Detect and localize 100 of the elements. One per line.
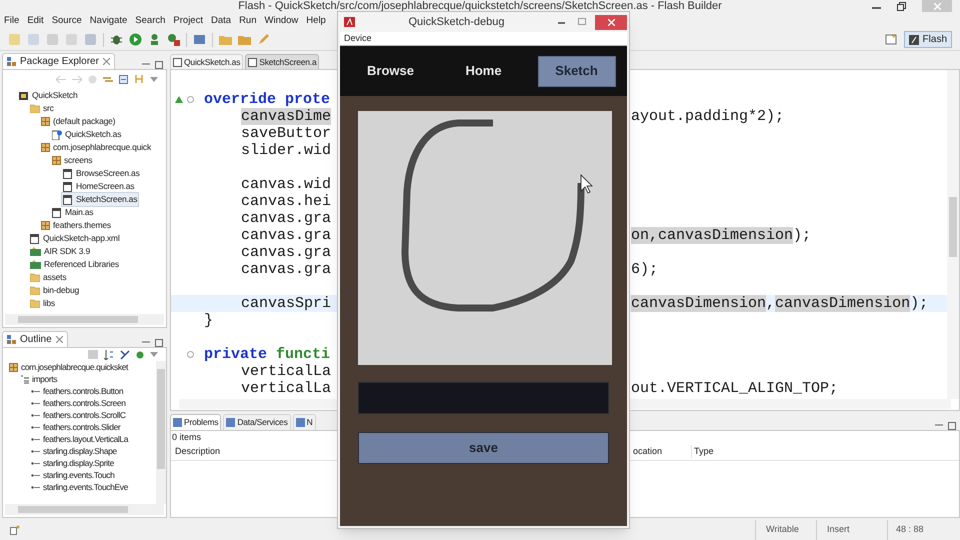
code-line: canvas.wid — [241, 176, 332, 193]
tree-item[interactable]: starling.events.TouchEve — [29, 480, 130, 494]
hide-static-icon[interactable] — [136, 350, 144, 358]
hide-fields-icon[interactable] — [120, 350, 130, 360]
tree-item[interactable]: Referenced Libraries — [28, 257, 121, 272]
code-line: override prote — [204, 91, 330, 108]
code-line: slider.wid — [241, 142, 332, 159]
tree-item[interactable]: SketchScreen.as — [61, 192, 140, 207]
tree-item[interactable]: libs — [28, 296, 57, 311]
panel-tab[interactable]: N — [292, 414, 316, 430]
tree-item[interactable]: (default package) — [39, 114, 118, 129]
menu-item[interactable]: Device — [344, 32, 372, 46]
tree-item[interactable]: feathers.controls.Screen — [29, 396, 128, 410]
menu-item[interactable]: Data — [210, 14, 232, 28]
bug-icon[interactable] — [110, 33, 123, 46]
restore-icon[interactable] — [897, 2, 906, 10]
tree-item[interactable]: Main.as — [50, 205, 96, 220]
maximize-icon[interactable] — [155, 61, 163, 69]
maximize-icon[interactable] — [155, 339, 163, 347]
open-perspective-icon[interactable] — [884, 33, 898, 46]
forward-icon[interactable] — [72, 74, 82, 84]
sketch-canvas[interactable] — [358, 111, 612, 365]
stop-icon[interactable] — [167, 33, 180, 46]
panel-tab[interactable]: Data/Services — [223, 414, 291, 430]
code-line: verticalLa — [241, 380, 332, 397]
vertical-scrollbar[interactable] — [947, 70, 959, 399]
tree-item[interactable]: BrowseScreen.as — [61, 166, 142, 181]
tree-item[interactable]: feathers.controls.Button — [29, 384, 126, 398]
tree-item[interactable]: feathers.layout.VerticalLa — [29, 432, 130, 446]
tree-item[interactable]: com.josephlabrecque.quick — [39, 140, 154, 155]
new-window-icon[interactable] — [10, 525, 20, 535]
tree-item[interactable]: feathers.controls.ScrollC — [29, 408, 128, 422]
maximize-icon[interactable] — [948, 422, 956, 430]
panel-tab[interactable]: Problems — [170, 414, 222, 430]
folder-icon[interactable] — [238, 33, 251, 46]
status-text: Writable — [765, 523, 800, 536]
package-icon — [52, 156, 61, 165]
menu-item[interactable]: Help — [306, 14, 326, 28]
perspective-button[interactable]: Flash — [904, 31, 952, 48]
fold-icon[interactable] — [187, 96, 194, 103]
import-icon — [31, 484, 40, 490]
tree-item[interactable]: bin-debug — [28, 283, 82, 298]
panel-tab[interactable]: Package Explorer — [2, 53, 115, 69]
horizontal-scrollbar[interactable] — [5, 314, 164, 325]
menu-item[interactable]: Search — [135, 14, 166, 28]
menu-item[interactable]: Project — [173, 14, 203, 28]
tree-item[interactable]: src — [28, 101, 56, 116]
maximize-icon[interactable] — [578, 18, 586, 26]
tree-item[interactable]: starling.display.Sprite — [29, 456, 116, 470]
file-icon — [52, 130, 62, 140]
sort-icon[interactable] — [104, 350, 114, 360]
air-icon — [344, 17, 355, 27]
tree-item[interactable]: QuickSketch.as — [50, 127, 124, 142]
menu-item[interactable]: Window — [264, 14, 298, 28]
save-button[interactable]: save — [358, 432, 609, 464]
menu-item[interactable]: Run — [239, 14, 256, 28]
pen-icon[interactable] — [257, 33, 270, 46]
tree-item[interactable]: com.josephlabrecque.quicksket — [7, 361, 130, 374]
slider-track[interactable] — [358, 382, 609, 414]
tree-item[interactable]: starling.display.Shape — [29, 444, 119, 458]
nav-tab[interactable]: Home — [444, 56, 522, 86]
close-icon[interactable] — [56, 336, 63, 343]
code-line: canvasDimension,canvasDimension); — [631, 295, 928, 312]
tree-item[interactable]: assets — [28, 270, 68, 285]
fold-icon[interactable] — [187, 351, 194, 358]
vertical-scrollbar[interactable] — [156, 361, 166, 504]
view-menu-icon[interactable] — [150, 76, 158, 82]
status-text: 48 : 88 — [895, 523, 924, 536]
back-icon[interactable] — [56, 74, 66, 84]
close-button[interactable] — [595, 14, 627, 30]
nav-tab[interactable]: Sketch — [538, 56, 616, 86]
menu-item[interactable]: Source — [52, 14, 82, 28]
menu-item[interactable]: File — [4, 14, 20, 28]
tree-item[interactable]: feathers.controls.Slider — [29, 420, 122, 434]
file-icon — [63, 168, 73, 178]
status-text: Insert — [826, 523, 851, 536]
menu-item[interactable]: Edit — [27, 14, 44, 28]
package-icon — [41, 117, 50, 126]
tree-item[interactable]: starling.events.Touch — [29, 468, 116, 482]
horizontal-scrollbar[interactable] — [5, 504, 164, 515]
tree-item[interactable]: screens — [50, 153, 94, 168]
tree-item[interactable]: AIR SDK 3.9 — [28, 244, 92, 259]
tree-item[interactable]: imports — [18, 372, 60, 386]
profile-icon[interactable] — [148, 33, 161, 46]
editor-tab[interactable]: QuickSketch.as — [170, 54, 244, 69]
tree-item[interactable]: QuickSketch-app.xml — [28, 231, 122, 246]
collapse-icon[interactable] — [119, 74, 128, 84]
run-icon[interactable] — [129, 33, 142, 46]
editor-tab[interactable]: SketchScreen.a — [245, 54, 320, 69]
tree-item[interactable]: HomeScreen.as — [61, 179, 136, 194]
menu-item[interactable]: Navigate — [90, 14, 128, 28]
nav-tab[interactable]: Browse — [352, 56, 430, 86]
code-line: canvas.gra — [241, 261, 332, 278]
imports-icon — [20, 374, 29, 384]
tree-item[interactable]: QuickSketch — [17, 88, 80, 103]
tree-item[interactable]: feathers.themes — [39, 218, 113, 233]
folder-icon[interactable] — [219, 33, 232, 46]
view-menu-icon[interactable] — [150, 352, 158, 357]
close-icon[interactable] — [102, 58, 110, 65]
panel-tab[interactable]: Outline — [2, 331, 68, 347]
